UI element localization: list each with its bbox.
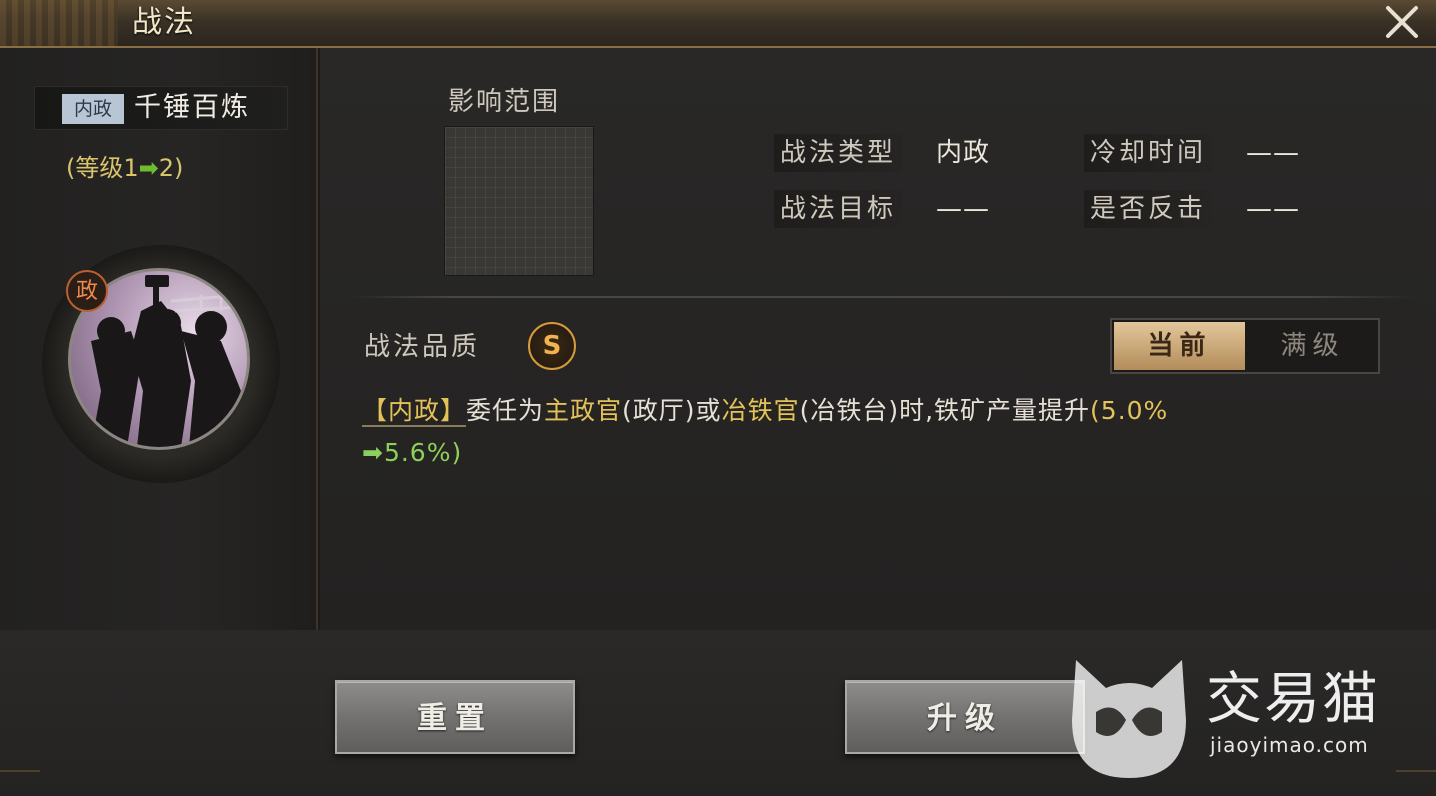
close-icon <box>1386 6 1418 38</box>
role-governor: 主政官 <box>544 396 623 425</box>
description-text-3: (冶铁台)时,铁矿产量提升 <box>799 396 1091 425</box>
counterattack-value: —— <box>1246 194 1300 224</box>
tab-max-level[interactable]: 满级 <box>1247 322 1378 370</box>
watermark-cat-logo-icon <box>1072 660 1186 778</box>
cooldown-value: —— <box>1246 138 1300 168</box>
skill-target-value: —— <box>936 194 990 224</box>
upgrade-button[interactable]: 升级 <box>845 680 1085 754</box>
value-upgraded: 5.6%) <box>383 438 463 467</box>
skill-quality-label: 战法品质 <box>364 332 481 362</box>
description-text-1: 委任为 <box>466 396 545 425</box>
cooldown-label: 冷却时间 <box>1084 134 1213 172</box>
level-arrow-icon: ➡ <box>138 154 159 182</box>
tab-current[interactable]: 当前 <box>1114 322 1245 370</box>
skill-name: 千锤百炼 <box>134 92 250 123</box>
section-divider <box>346 296 1416 298</box>
range-label: 影响范围 <box>448 87 561 117</box>
description-text-2: (政厅)或 <box>622 396 722 425</box>
level-next: 2) <box>158 154 184 182</box>
skill-type-value: 内政 <box>936 138 991 168</box>
corner-ornament-left <box>0 770 40 796</box>
reset-button[interactable]: 重置 <box>335 680 575 754</box>
level-view-toggle: 当前 满级 <box>1110 318 1380 374</box>
watermark-name: 交易猫 <box>1206 667 1380 732</box>
skill-type-label: 战法类型 <box>774 134 903 172</box>
skill-target-label: 战法目标 <box>774 190 903 228</box>
counterattack-label: 是否反击 <box>1084 190 1213 228</box>
value-arrow-icon: ➡ <box>362 438 384 467</box>
role-ironmaster: 冶铁官 <box>721 396 800 425</box>
description-tag: 【内政】 <box>362 396 467 427</box>
corner-ornament-right <box>1396 770 1436 796</box>
skill-type-tag: 内政 <box>62 94 124 124</box>
range-grid <box>444 126 594 276</box>
politics-badge: 政 <box>66 270 108 312</box>
level-current: (等级1 <box>66 154 139 182</box>
quality-grade-badge: S <box>528 322 576 370</box>
title-ornament <box>0 0 118 46</box>
skill-description: 【内政】委任为主政官(政厅)或冶铁官(冶铁台)时,铁矿产量提升(5.0% ➡5.6… <box>362 390 1392 474</box>
window-title: 战法 <box>132 5 196 40</box>
value-current: (5.0% <box>1090 396 1169 425</box>
title-bar: 战法 <box>0 0 1436 48</box>
watermark-url: jiaoyimao.com <box>1210 733 1369 757</box>
close-button[interactable] <box>1380 0 1424 44</box>
skill-level-change: (等级1➡2) <box>66 150 183 186</box>
